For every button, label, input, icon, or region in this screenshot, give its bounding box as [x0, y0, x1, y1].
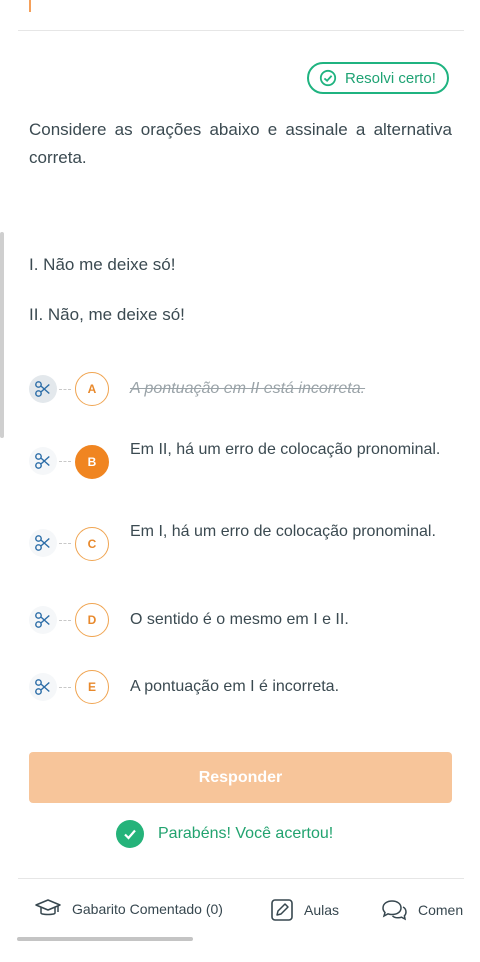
home-indicator[interactable]: [17, 937, 193, 941]
option-letter-a[interactable]: A: [75, 372, 109, 406]
success-feedback: Parabéns! Você acertou!: [116, 820, 333, 848]
success-message: Parabéns! Você acertou!: [158, 825, 334, 842]
tab-comentarios-label: Comen: [418, 902, 464, 918]
tab-gabarito-comentado[interactable]: Gabarito Comentado (0): [34, 898, 223, 920]
scissors-icon[interactable]: [29, 606, 57, 634]
top-divider: [18, 30, 464, 31]
option-letter-b[interactable]: B: [75, 445, 109, 479]
connector-line: [59, 687, 71, 688]
statement-2: II. Não, me deixe só!: [29, 305, 185, 324]
tab-comentarios[interactable]: Comen: [380, 898, 463, 922]
solved-badge: Resolvi certo!: [307, 62, 449, 94]
alternative-b-text[interactable]: Em II, há um erro de colocação pronomina…: [130, 437, 452, 463]
scrollbar[interactable]: [0, 232, 4, 438]
option-letter-e[interactable]: E: [75, 670, 109, 704]
option-letter-c[interactable]: C: [75, 527, 109, 561]
alternative-a-text[interactable]: A pontuação em II está incorreta.: [130, 376, 452, 402]
scissors-icon[interactable]: [29, 447, 57, 475]
alternative-c-text[interactable]: Em I, há um erro de colocação pronominal…: [130, 519, 452, 545]
chat-icon: [382, 900, 407, 921]
option-letter-d[interactable]: D: [75, 603, 109, 637]
tab-aulas-label: Aulas: [304, 902, 340, 918]
bottom-divider: [18, 878, 464, 879]
top-accent-mark: [29, 0, 31, 12]
connector-line: [59, 461, 71, 462]
connector-line: [59, 543, 71, 544]
question-prompt: Considere as orações abaixo e assinale a…: [29, 120, 452, 167]
edit-icon: [271, 899, 293, 921]
check-circle-icon: [116, 820, 144, 848]
scissors-icon[interactable]: [29, 375, 57, 403]
scissors-icon[interactable]: [29, 529, 57, 557]
tab-aulas[interactable]: Aulas: [270, 898, 339, 922]
alternative-e-text[interactable]: A pontuação em I é incorreta.: [130, 674, 452, 700]
connector-line: [59, 389, 71, 390]
scissors-icon[interactable]: [29, 673, 57, 701]
graduation-cap-icon: [35, 899, 61, 916]
solved-badge-label: Resolvi certo!: [345, 69, 436, 87]
alternative-d-text[interactable]: O sentido é o mesmo em I e II.: [130, 607, 452, 633]
check-circle-icon: [319, 69, 337, 87]
connector-line: [59, 620, 71, 621]
statement-1: I. Não me deixe só!: [29, 255, 176, 274]
submit-answer-button[interactable]: Responder: [29, 752, 452, 803]
tab-gabarito-label: Gabarito Comentado (0): [72, 901, 223, 917]
